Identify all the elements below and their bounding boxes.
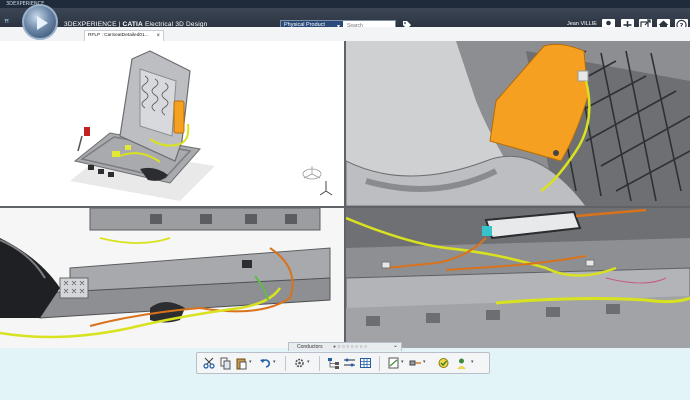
toolbar-separator	[319, 356, 320, 371]
settings-gear-icon[interactable]	[293, 356, 306, 370]
tab-document[interactable]: RFLP : CarSeatDetailed01... ×	[84, 30, 164, 41]
tab-strip: RFLP : CarSeatDetailed01... ×	[0, 27, 690, 41]
table-grid-icon[interactable]	[359, 356, 372, 370]
toolbar-separator	[379, 356, 380, 371]
window-title-bar: 3DEXPERIENCE	[0, 0, 690, 8]
chevron-down-icon[interactable]: ▾	[307, 359, 310, 365]
chevron-down-icon[interactable]: ▾	[471, 359, 474, 365]
viewport-top-right[interactable]	[346, 41, 690, 206]
connector-route-icon[interactable]	[409, 356, 422, 370]
toolbar-separator	[285, 356, 286, 371]
tree-structure-icon[interactable]	[327, 356, 340, 370]
viewport-splitter-vertical[interactable]	[344, 41, 346, 348]
top-bar: ꟸ 3DEXPERIENCE | CATIA Electrical 3D Des…	[0, 8, 690, 31]
app-window: 3DEXPERIENCE ꟸ 3DEXPERIENCE | CATIA Elec…	[0, 0, 690, 400]
drawing-sheet-icon[interactable]	[387, 356, 400, 370]
axis-triad-icon	[319, 181, 333, 196]
viewport-top-left[interactable]	[0, 41, 344, 206]
chevron-down-icon[interactable]: ▾	[249, 359, 252, 365]
close-icon[interactable]: ×	[156, 31, 160, 41]
orange-module	[173, 100, 185, 134]
user-validate-icon[interactable]	[455, 356, 468, 370]
paste-icon[interactable]	[235, 356, 248, 370]
chevron-down-icon[interactable]: ▾	[423, 359, 426, 365]
wire-check-icon[interactable]	[437, 356, 450, 370]
viewport-splitter-horizontal[interactable]	[0, 206, 690, 208]
section-label: Conductors	[297, 344, 323, 350]
red-connector	[84, 127, 90, 136]
harness-branch-icon[interactable]	[343, 356, 356, 370]
chevron-down-icon[interactable]: ▾	[401, 359, 404, 365]
undo-icon[interactable]	[259, 356, 272, 370]
compass-icon[interactable]	[22, 4, 58, 40]
action-bar-section-tab[interactable]: Conductors ●○○○○○○○ ⌄	[288, 342, 402, 351]
copy-icon[interactable]	[219, 356, 232, 370]
action-bar: ▾ ▾ ▾ ▾ ▾ ▾	[196, 352, 490, 374]
viewport-bottom-left[interactable]	[0, 208, 344, 348]
section-pager-dots[interactable]: ●○○○○○○○	[333, 343, 368, 351]
chevron-down-icon[interactable]: ▾	[273, 359, 276, 365]
viewport-bottom-right[interactable]	[346, 208, 690, 348]
tab-document-label: RFLP : CarSeatDetailed01...	[88, 33, 149, 38]
cut-icon[interactable]	[203, 356, 216, 370]
chevron-down-icon[interactable]: ⌄	[393, 342, 398, 350]
